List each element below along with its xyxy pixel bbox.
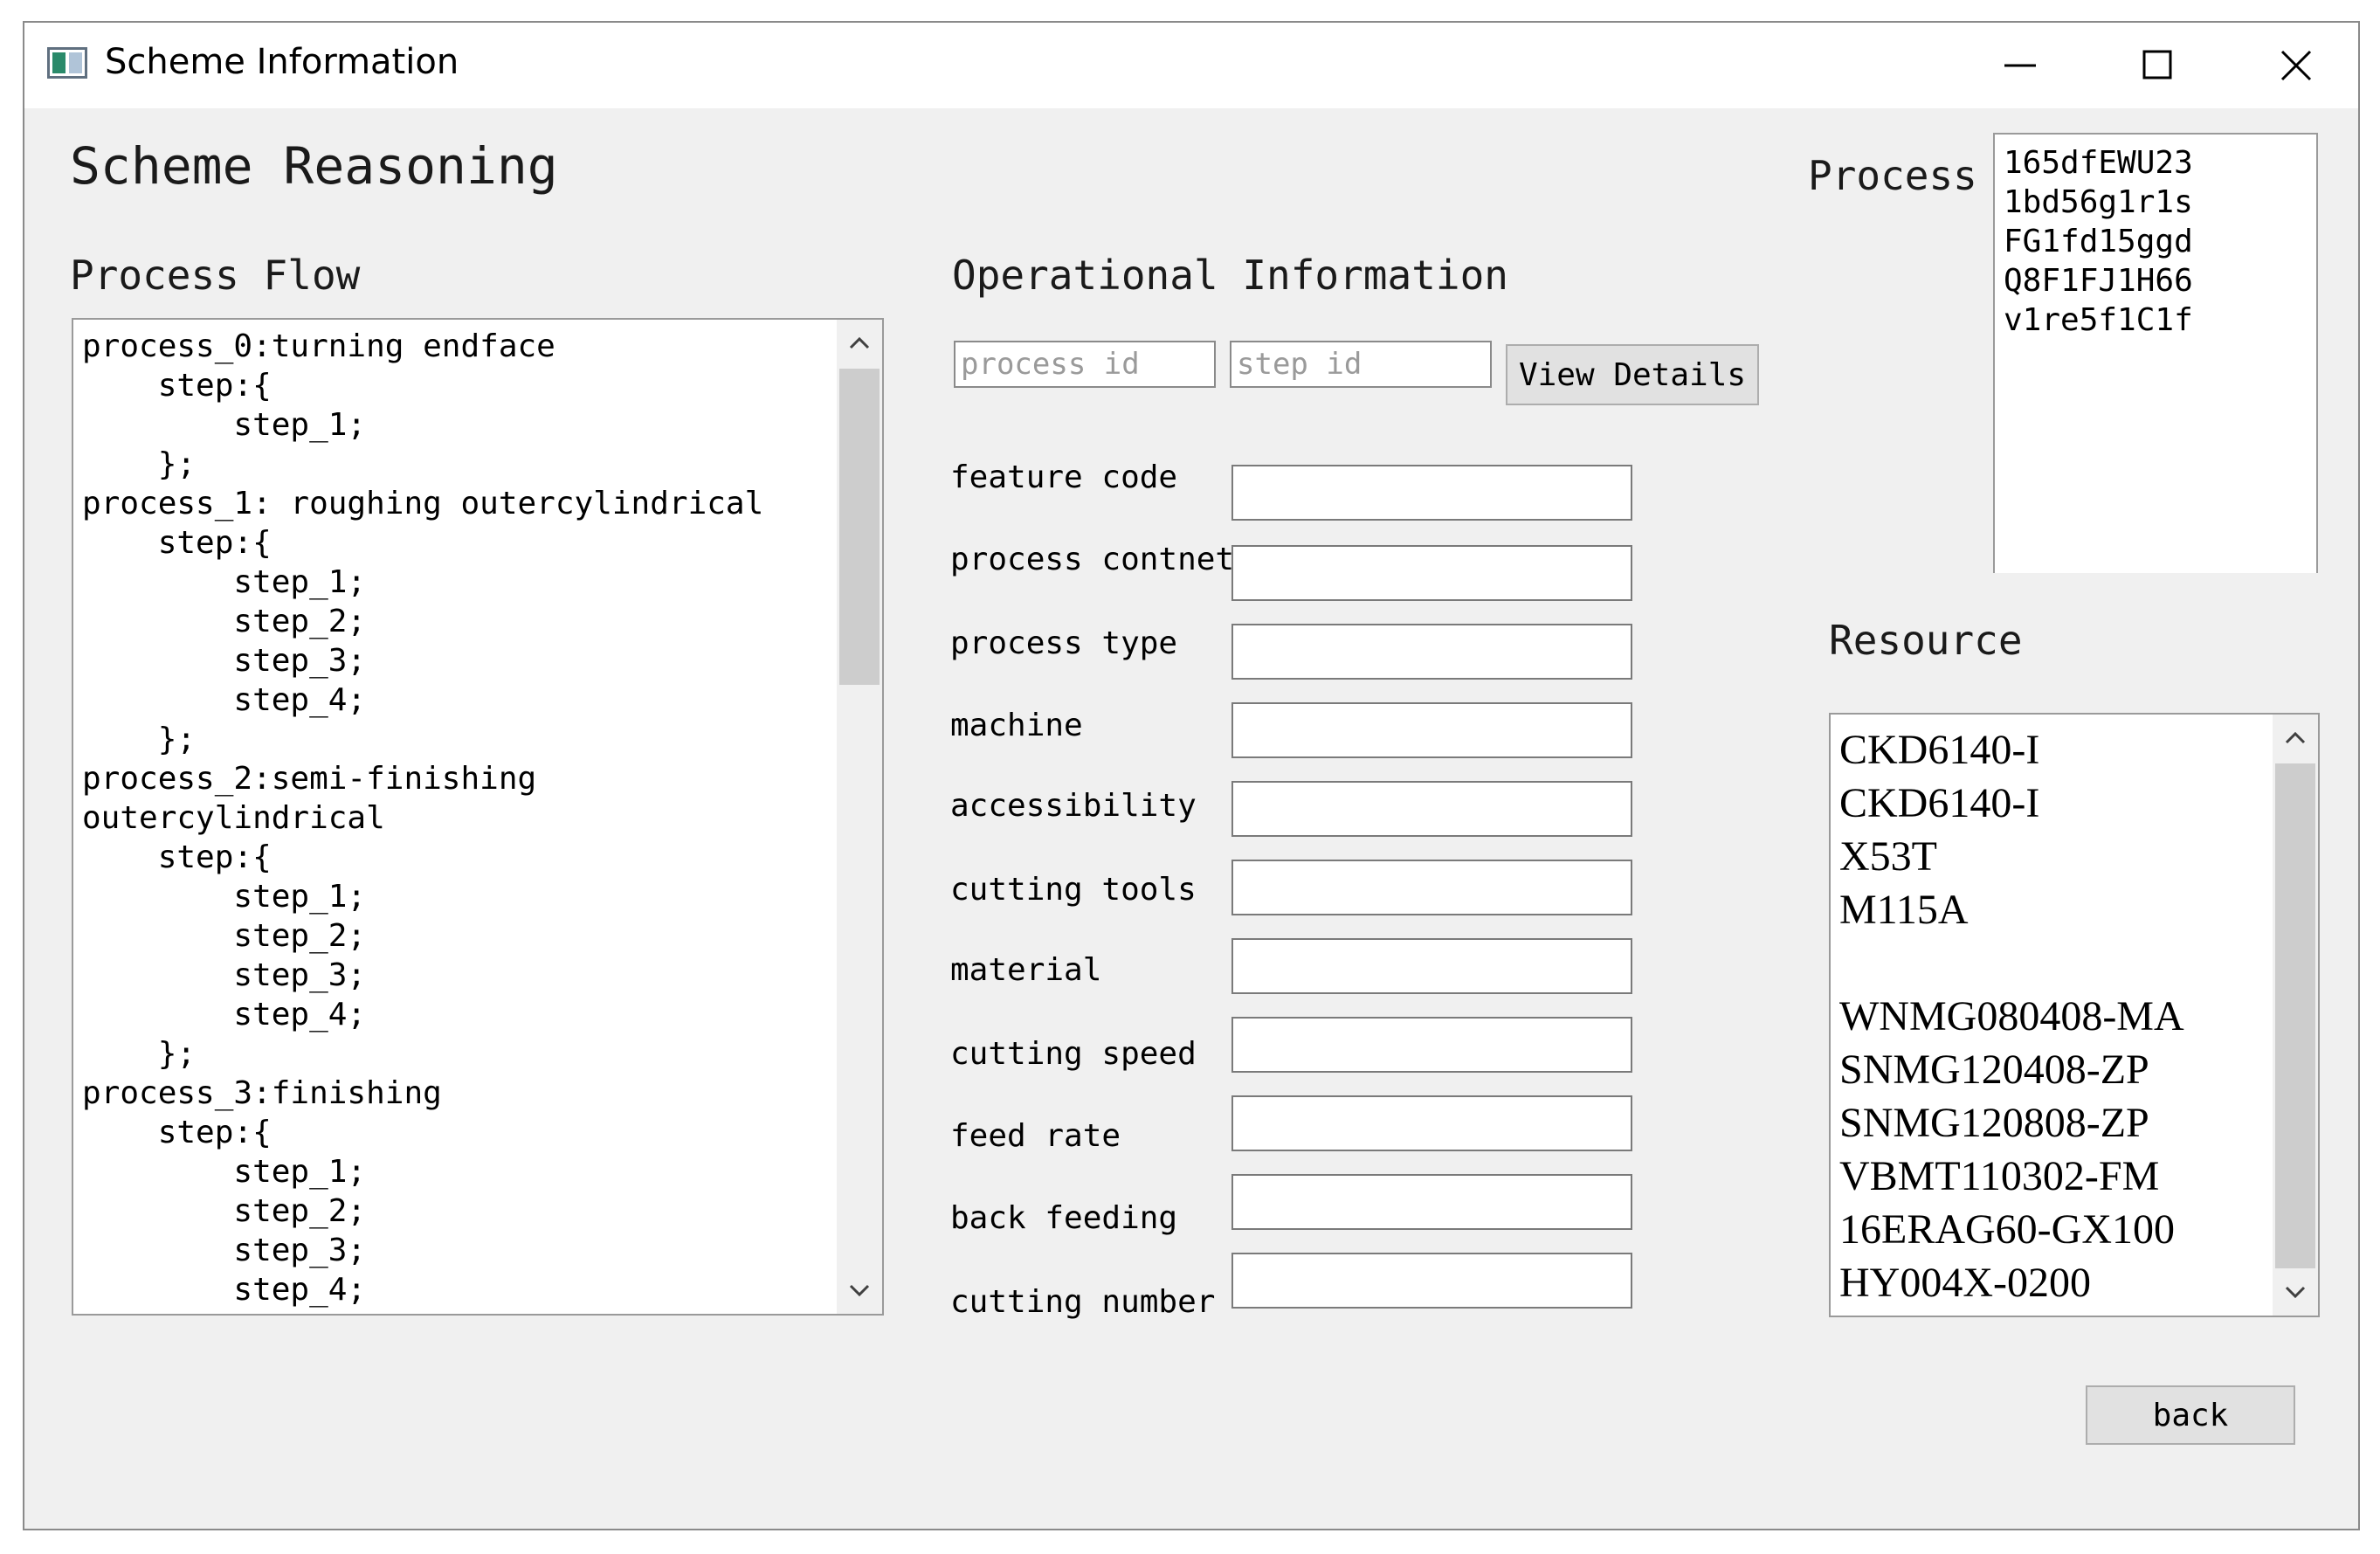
cutting-speed-label: cutting speed bbox=[950, 1036, 1197, 1072]
window-title: Scheme Information bbox=[105, 42, 459, 82]
page-heading: Scheme Reasoning bbox=[70, 136, 558, 196]
resource-list[interactable]: CKD6140-I CKD6140-I X53T M115A WNMG08040… bbox=[1829, 713, 2320, 1317]
view-details-button[interactable]: View Details bbox=[1506, 344, 1759, 405]
resource-list-item[interactable]: HY004X-0200 bbox=[1839, 1256, 2184, 1309]
resource-list-item[interactable]: SNMG120808-ZP bbox=[1839, 1096, 2184, 1150]
process-list-item[interactable]: Q8F1FJ1H66 bbox=[2004, 261, 2193, 300]
back-feeding-field[interactable] bbox=[1231, 1174, 1632, 1230]
scroll-thumb[interactable] bbox=[839, 369, 880, 685]
feed-rate-label: feed rate bbox=[950, 1118, 1121, 1154]
resource-list-item[interactable]: WNMG080408-MA bbox=[1839, 990, 2184, 1043]
resource-list-item[interactable]: CKD6140-I bbox=[1839, 723, 2184, 777]
resource-list-item[interactable]: VBMT110302-FM bbox=[1839, 1150, 2184, 1203]
cutting-tools-field[interactable] bbox=[1231, 860, 1632, 915]
minimize-icon bbox=[2004, 64, 2036, 67]
process-list[interactable]: 165dfEWU23 1bd56g1r1s FG1fd15ggd Q8F1FJ1… bbox=[1993, 133, 2318, 573]
process-label: Process bbox=[1808, 152, 1977, 199]
feature-code-label: feature code bbox=[950, 459, 1178, 495]
process-flow-scrollbar[interactable] bbox=[837, 320, 882, 1314]
process-list-item[interactable]: 165dfEWU23 bbox=[2004, 143, 2193, 183]
maximize-icon bbox=[2142, 50, 2172, 79]
process-content-label: process contnet bbox=[950, 542, 1235, 577]
cutting-tools-label: cutting tools bbox=[950, 872, 1197, 908]
title-bar[interactable]: Scheme Information bbox=[24, 23, 2358, 108]
resource-list-items: CKD6140-I CKD6140-I X53T M115A WNMG08040… bbox=[1839, 723, 2184, 1309]
process-type-field[interactable] bbox=[1231, 624, 1632, 680]
cutting-speed-field[interactable] bbox=[1231, 1017, 1632, 1073]
scroll-down-button[interactable] bbox=[2273, 1270, 2318, 1316]
resource-list-item[interactable]: M115A bbox=[1839, 883, 2184, 936]
chevron-down-icon bbox=[2285, 1286, 2306, 1299]
feature-code-field[interactable] bbox=[1231, 465, 1632, 521]
machine-field[interactable] bbox=[1231, 702, 1632, 758]
process-flow-textbox[interactable]: process_0:turning endface step:{ step_1;… bbox=[72, 318, 884, 1316]
scroll-thumb[interactable] bbox=[2275, 763, 2315, 1268]
machine-label: machine bbox=[950, 708, 1083, 743]
process-list-items: 165dfEWU23 1bd56g1r1s FG1fd15ggd Q8F1FJ1… bbox=[2004, 143, 2193, 340]
back-button[interactable]: back bbox=[2086, 1385, 2295, 1445]
accessibility-field[interactable] bbox=[1231, 781, 1632, 837]
chevron-up-icon bbox=[2285, 731, 2306, 744]
process-flow-label: Process Flow bbox=[70, 252, 361, 299]
process-id-input[interactable] bbox=[954, 341, 1216, 388]
app-icon bbox=[47, 47, 87, 79]
cutting-number-label: cutting number bbox=[950, 1284, 1216, 1320]
resource-list-item[interactable]: 16ERAG60-GX100 bbox=[1839, 1203, 2184, 1256]
process-list-item[interactable]: v1re5f1C1f bbox=[2004, 300, 2193, 340]
minimize-button[interactable] bbox=[1981, 35, 2059, 96]
resource-list-item[interactable]: X53T bbox=[1839, 830, 2184, 883]
operational-information-label: Operational Information bbox=[952, 252, 1508, 299]
process-content-field[interactable] bbox=[1231, 545, 1632, 601]
back-feeding-label: back feeding bbox=[950, 1200, 1178, 1236]
scheme-information-window: Scheme Information Scheme Reasoning Proc… bbox=[23, 21, 2360, 1530]
scroll-up-button[interactable] bbox=[837, 320, 882, 365]
process-list-item[interactable]: FG1fd15ggd bbox=[2004, 222, 2193, 261]
scroll-down-button[interactable] bbox=[837, 1268, 882, 1314]
chevron-up-icon bbox=[849, 336, 870, 349]
close-icon bbox=[2280, 50, 2312, 81]
resource-list-item[interactable]: CKD6140-I bbox=[1839, 777, 2184, 830]
resource-scrollbar[interactable] bbox=[2273, 715, 2318, 1316]
process-type-label: process type bbox=[950, 625, 1178, 661]
maximize-button[interactable] bbox=[2119, 35, 2197, 96]
material-label: material bbox=[950, 952, 1102, 988]
feed-rate-field[interactable] bbox=[1231, 1095, 1632, 1151]
scroll-up-button[interactable] bbox=[2273, 715, 2318, 760]
resource-list-item[interactable] bbox=[1839, 936, 2184, 990]
close-button[interactable] bbox=[2257, 35, 2335, 96]
material-field[interactable] bbox=[1231, 938, 1632, 994]
step-id-input[interactable] bbox=[1230, 341, 1492, 388]
accessibility-label: accessibility bbox=[950, 788, 1197, 824]
process-list-item[interactable]: 1bd56g1r1s bbox=[2004, 183, 2193, 222]
process-flow-text: process_0:turning endface step:{ step_1;… bbox=[82, 328, 764, 1308]
chevron-down-icon bbox=[849, 1284, 870, 1297]
resource-label: Resource bbox=[1829, 617, 2023, 664]
cutting-number-field[interactable] bbox=[1231, 1253, 1632, 1309]
resource-list-item[interactable]: SNMG120408-ZP bbox=[1839, 1043, 2184, 1096]
